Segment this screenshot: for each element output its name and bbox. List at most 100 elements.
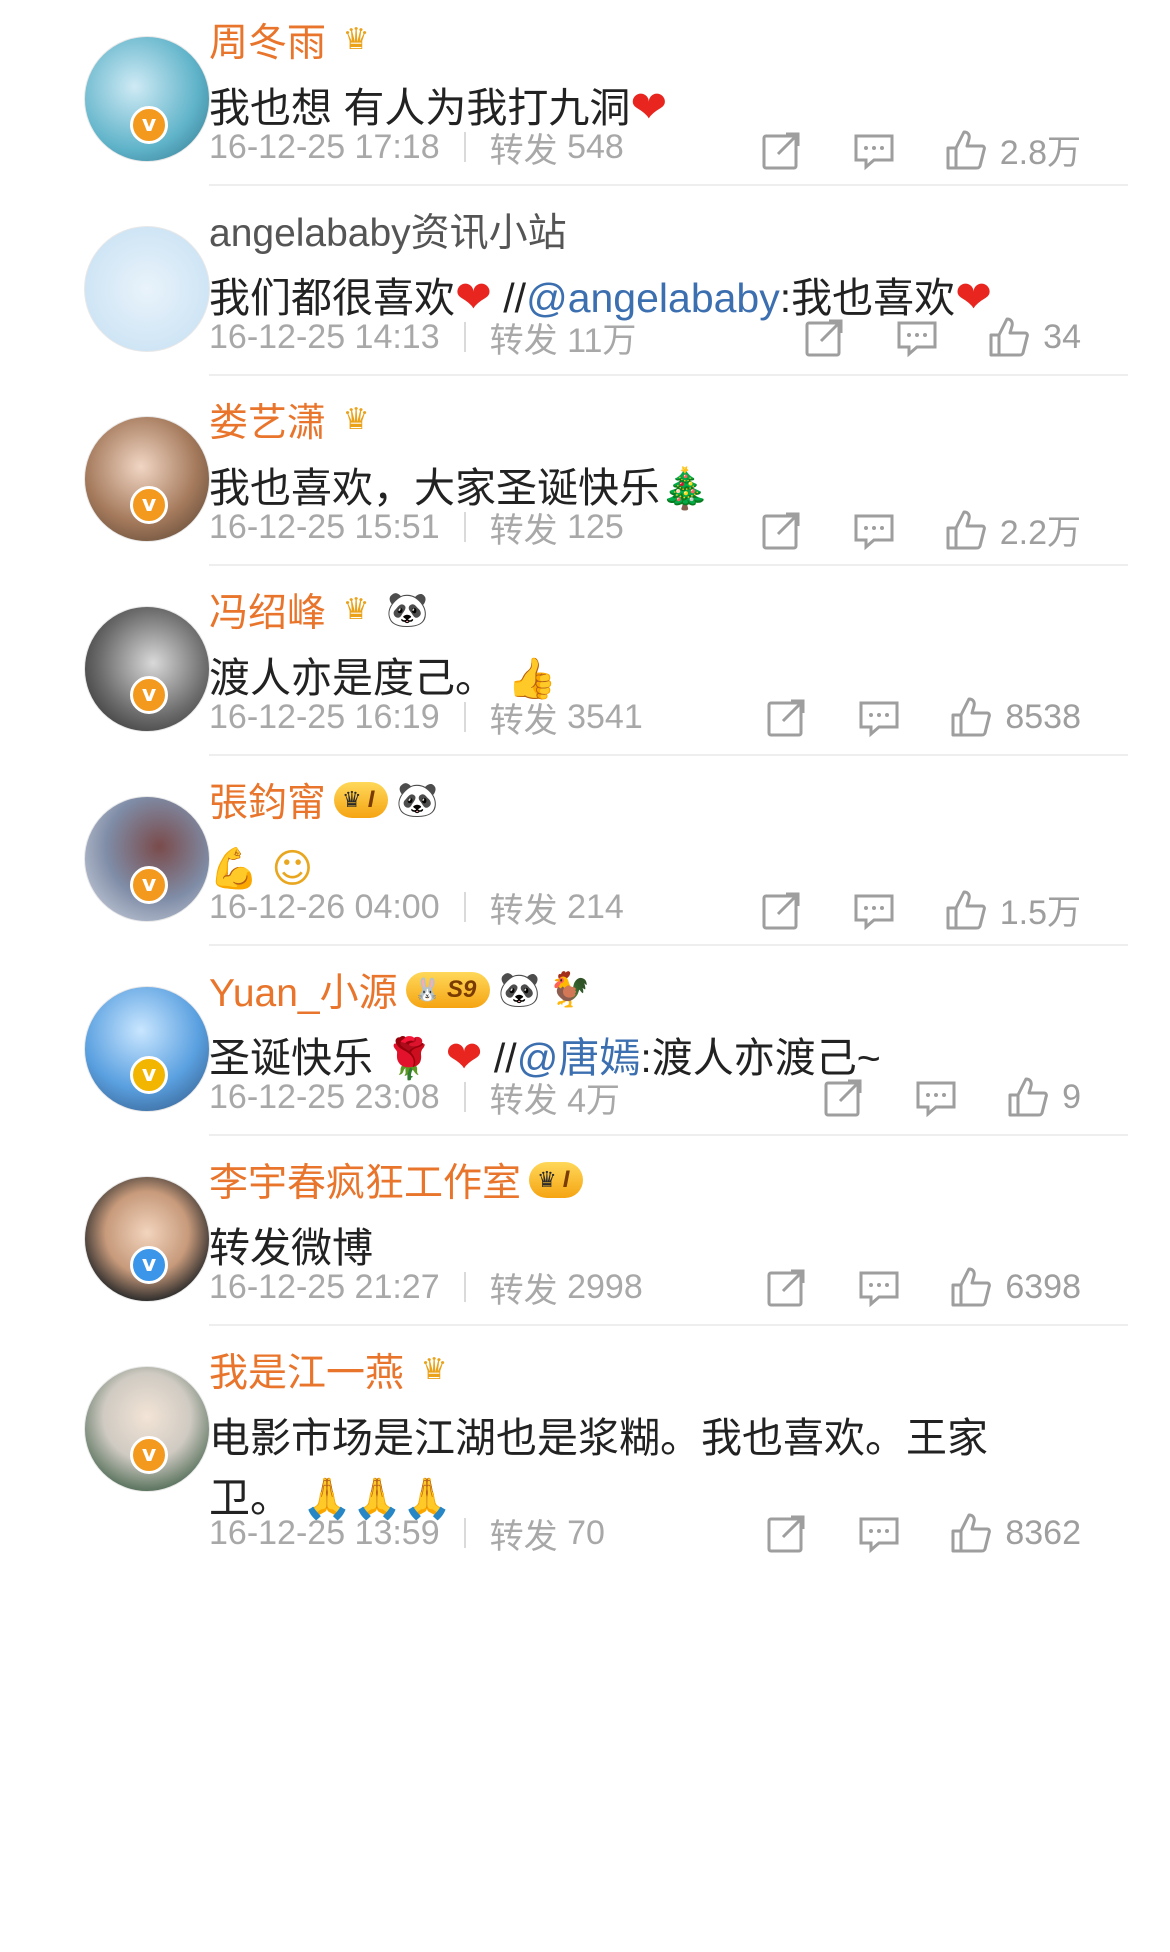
like-button[interactable]: 8538	[949, 695, 1081, 739]
repost-count: 11万	[567, 321, 637, 360]
comment-icon[interactable]	[857, 1511, 901, 1555]
username[interactable]: 娄艺潇	[209, 392, 326, 448]
username[interactable]: 我是江一燕	[209, 1342, 404, 1398]
avatar[interactable]: v	[42, 588, 210, 732]
verified-badge-icon: v	[130, 676, 168, 714]
username[interactable]: 周冬雨	[209, 12, 326, 68]
like-button[interactable]: 1.5万	[944, 885, 1081, 934]
divider	[463, 132, 466, 162]
username[interactable]: 張鈞甯	[209, 772, 326, 828]
panda-icon: 🐼	[498, 971, 541, 1009]
divider	[209, 184, 1128, 186]
timestamp: 16-12-25 15:51	[209, 507, 440, 546]
comment-icon[interactable]	[895, 315, 939, 359]
thumbs-up-icon	[987, 315, 1031, 359]
comment-meta: 16-12-25 15:51 转发 125 2.2万	[209, 502, 1139, 554]
crown-icon: ♛	[342, 593, 370, 626]
comment-item: v 娄艺潇 ♛ 我也喜欢，大家圣诞快乐🎄 16-12-25 15:51 转发 1…	[0, 380, 1170, 570]
comment-item: v Yuan_小源 🐰 S9 🐼 🐓 圣诞快乐 🌹 ❤ //@唐嫣:渡人亦渡己~ …	[0, 950, 1170, 1140]
divider	[463, 1082, 466, 1112]
comment-icon[interactable]	[852, 888, 896, 932]
repost-label: 转发	[489, 321, 558, 360]
username[interactable]: 李宇春疯狂工作室	[209, 1152, 521, 1208]
comment-icon[interactable]	[914, 1075, 958, 1119]
like-button[interactable]: 6398	[949, 1265, 1081, 1309]
avatar[interactable]: v	[42, 778, 210, 922]
repost-count: 214	[567, 887, 624, 926]
comment-item: angelababy资讯小站 我们都很喜欢❤ //@angelababy:我也喜…	[0, 190, 1170, 380]
comment-meta: 16-12-26 04:00 转发 214 1.5万	[209, 882, 1139, 934]
like-button[interactable]: 2.8万	[944, 125, 1081, 174]
comment-icon[interactable]	[852, 128, 896, 172]
like-count: 2.8万	[999, 134, 1081, 172]
username[interactable]: 冯绍峰	[209, 582, 326, 638]
divider	[463, 1518, 466, 1548]
like-count: 6398	[1005, 1267, 1081, 1306]
comment-meta: 16-12-25 14:13 转发 11万 34	[209, 312, 1139, 362]
divider	[209, 374, 1128, 376]
share-icon[interactable]	[822, 1075, 866, 1119]
like-button[interactable]: 34	[987, 315, 1081, 359]
avatar[interactable]: v	[42, 968, 210, 1112]
repost-count: 4万	[567, 1081, 621, 1120]
comment-item: v 李宇春疯狂工作室 ♛ I 转发微博 16-12-25 21:27 转发 299…	[0, 1140, 1170, 1330]
avatar[interactable]: v	[42, 1348, 210, 1492]
share-icon[interactable]	[760, 128, 804, 172]
thumbs-up-icon	[1006, 1075, 1050, 1119]
divider	[209, 944, 1128, 946]
thumbs-up-icon	[949, 1511, 993, 1555]
verified-badge-icon: v	[130, 106, 168, 144]
share-icon[interactable]	[760, 888, 804, 932]
avatar[interactable]	[42, 208, 210, 352]
like-button[interactable]: 9	[1006, 1075, 1081, 1119]
share-icon[interactable]	[765, 1265, 809, 1309]
thumbs-up-icon	[949, 695, 993, 739]
avatar[interactable]: v	[42, 18, 210, 162]
comment-icon[interactable]	[857, 1265, 901, 1309]
timestamp: 16-12-25 23:08	[209, 1077, 440, 1116]
like-button[interactable]: 8362	[949, 1511, 1081, 1555]
vip-badge-icon: ♛ I	[334, 782, 389, 818]
repost-label: 转发	[489, 1517, 558, 1556]
like-count: 1.5万	[999, 894, 1081, 932]
divider	[209, 754, 1128, 756]
avatar[interactable]: v	[42, 398, 210, 542]
repost-count: 548	[567, 127, 624, 166]
avatar[interactable]: v	[42, 1158, 210, 1302]
thumbs-up-icon	[944, 888, 988, 932]
comment-feed: v 周冬雨 ♛ 我也想 有人为我打九洞❤ 16-12-25 17:18 转发 5…	[0, 0, 1170, 1952]
share-icon[interactable]	[765, 695, 809, 739]
comment-icon[interactable]	[857, 695, 901, 739]
share-icon[interactable]	[803, 315, 847, 359]
timestamp: 16-12-25 17:18	[209, 127, 440, 166]
comment-item: v 周冬雨 ♛ 我也想 有人为我打九洞❤ 16-12-25 17:18 转发 5…	[0, 0, 1170, 190]
timestamp: 16-12-26 04:00	[209, 887, 440, 926]
divider	[463, 322, 466, 352]
like-count: 2.2万	[999, 514, 1081, 552]
username[interactable]: angelababy资讯小站	[209, 202, 567, 258]
verified-badge-icon: v	[130, 1246, 168, 1284]
repost-label: 转发	[489, 511, 558, 550]
divider	[463, 892, 466, 922]
repost-count: 125	[567, 507, 624, 546]
share-icon[interactable]	[765, 1511, 809, 1555]
comment-meta: 16-12-25 21:27 转发 2998 6398	[209, 1262, 1139, 1312]
share-icon[interactable]	[760, 508, 804, 552]
comment-icon[interactable]	[852, 508, 896, 552]
timestamp: 16-12-25 13:59	[209, 1513, 440, 1552]
verified-badge-icon: v	[130, 1436, 168, 1474]
like-count: 8538	[1005, 697, 1081, 736]
like-count: 8362	[1005, 1513, 1081, 1552]
rooster-icon: 🐓	[548, 971, 592, 1009]
username[interactable]: Yuan_小源	[209, 962, 398, 1018]
divider	[463, 702, 466, 732]
repost-count: 3541	[567, 697, 643, 736]
like-count: 34	[1043, 317, 1081, 356]
bottom-fade	[480, 1900, 660, 1952]
comment-item: v 我是江一燕 ♛ 电影市场是江湖也是浆糊。我也喜欢。王家 卫。 🙏🙏🙏 16-…	[0, 1330, 1170, 1952]
repost-label: 转发	[489, 1271, 558, 1310]
like-button[interactable]: 2.2万	[944, 505, 1081, 554]
comment-meta: 16-12-25 16:19 转发 3541 8538	[209, 692, 1139, 742]
thumbs-up-icon	[944, 128, 988, 172]
comment-meta: 16-12-25 23:08 转发 4万 9	[209, 1072, 1139, 1122]
